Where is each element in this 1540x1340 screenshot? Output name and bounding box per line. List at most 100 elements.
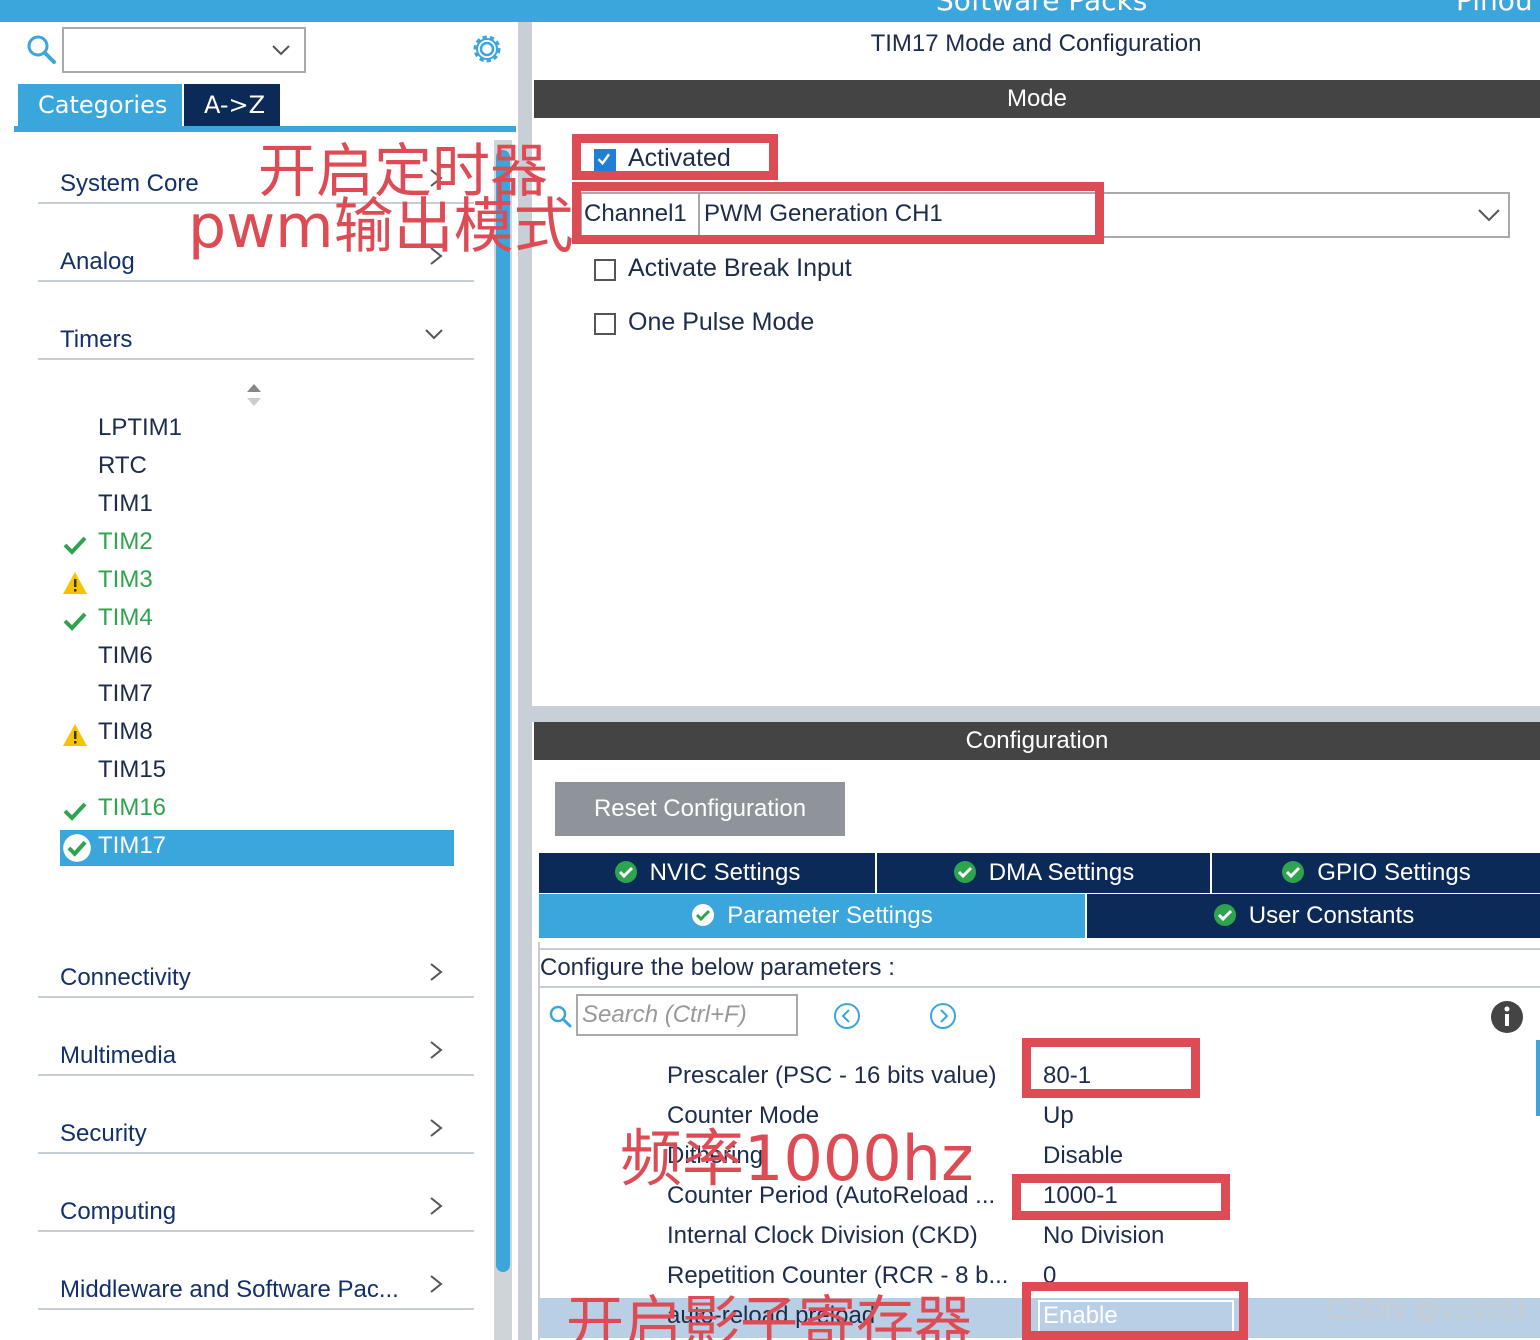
param-row[interactable]: Internal Clock Division (CKD) No Divisio… xyxy=(540,1218,1540,1258)
category-label: Middleware and Software Pac... xyxy=(60,1276,399,1303)
check-circle-icon xyxy=(614,861,637,883)
peripheral-item-selected[interactable]: TIM17 xyxy=(60,830,454,866)
annotation-box-activated xyxy=(572,134,778,180)
warning-icon xyxy=(63,572,87,594)
tab-gpio-settings[interactable]: GPIO Settings xyxy=(1212,853,1540,893)
break-input-label: Activate Break Input xyxy=(628,254,852,282)
param-value[interactable]: Up xyxy=(1043,1102,1074,1130)
chevron-right-icon xyxy=(430,1041,443,1059)
tab-dma-settings[interactable]: DMA Settings xyxy=(877,853,1210,893)
peripheral-item[interactable]: LPTIM1 xyxy=(60,412,454,448)
category-label: Timers xyxy=(60,326,133,353)
category-connectivity[interactable]: Connectivity xyxy=(38,940,474,998)
category-computing[interactable]: Computing xyxy=(38,1174,474,1232)
tab-categories[interactable]: Categories xyxy=(18,84,182,126)
pinout-tab[interactable]: Pinou xyxy=(1456,0,1533,17)
watermark: CSDN @xc1011 xyxy=(1326,1294,1530,1325)
annotation-box-preload xyxy=(1022,1282,1248,1340)
tab-label: DMA Settings xyxy=(988,859,1135,886)
tab-parameter-settings[interactable]: Parameter Settings xyxy=(539,894,1085,938)
category-label: Analog xyxy=(60,248,135,275)
panel-title: TIM17 Mode and Configuration xyxy=(870,30,1202,57)
check-circle-icon xyxy=(692,904,715,926)
check-circle-icon xyxy=(1213,904,1236,926)
chevron-down-icon[interactable] xyxy=(1476,204,1502,226)
search-icon[interactable] xyxy=(548,1004,572,1028)
category-timers[interactable]: Timers xyxy=(38,302,474,360)
search-combo-input[interactable] xyxy=(62,27,306,73)
peripheral-name: TIM7 xyxy=(98,680,153,707)
category-label: Security xyxy=(60,1120,147,1147)
info-icon[interactable] xyxy=(1490,1000,1524,1034)
sort-icon[interactable] xyxy=(244,382,264,408)
peripheral-name: TIM2 xyxy=(98,528,153,555)
peripheral-item[interactable]: TIM2 xyxy=(60,526,454,562)
tab-label: Parameter Settings xyxy=(727,902,933,929)
tab-label: NVIC Settings xyxy=(649,859,801,886)
peripheral-item[interactable]: TIM1 xyxy=(60,488,454,524)
search-icon[interactable] xyxy=(26,34,56,64)
annotation-shadow-register: 开启影子寄存器 xyxy=(566,1289,973,1340)
peripheral-name: LPTIM1 xyxy=(98,414,183,441)
break-input-checkbox[interactable] xyxy=(594,259,616,281)
chevron-right-icon xyxy=(430,1275,443,1293)
next-circle-icon[interactable] xyxy=(929,1002,957,1030)
parameter-scrollbar[interactable] xyxy=(1536,1040,1540,1116)
software-packs-tab[interactable]: Software Packs xyxy=(936,0,1147,17)
param-value[interactable]: No Division xyxy=(1043,1222,1164,1250)
peripheral-name: TIM4 xyxy=(98,604,153,631)
peripheral-item[interactable]: TIM6 xyxy=(60,640,454,676)
peripheral-item[interactable]: TIM15 xyxy=(60,754,454,790)
annotation-box-channel xyxy=(572,182,1104,244)
param-name: Prescaler (PSC - 16 bits value) xyxy=(667,1062,997,1089)
category-middleware[interactable]: Middleware and Software Pac... xyxy=(38,1252,474,1310)
peripheral-name: TIM8 xyxy=(98,718,153,745)
checkmark-icon xyxy=(63,802,87,821)
category-label: Multimedia xyxy=(60,1042,177,1069)
warning-icon xyxy=(63,724,87,746)
gear-icon[interactable] xyxy=(470,32,504,66)
peripheral-name: TIM15 xyxy=(98,756,167,783)
tab-user-constants[interactable]: User Constants xyxy=(1087,894,1540,938)
parameter-search-input[interactable]: Search (Ctrl+F) xyxy=(576,994,798,1036)
chevron-down-icon xyxy=(425,329,443,340)
annotation-box-period xyxy=(1012,1174,1230,1220)
peripheral-item[interactable]: TIM3 xyxy=(60,564,454,600)
peripheral-name: TIM17 xyxy=(98,832,167,859)
top-navigation-bar: Software Packs Pinou xyxy=(0,0,1540,22)
category-label: Connectivity xyxy=(60,964,191,991)
param-name: Internal Clock Division (CKD) xyxy=(667,1222,978,1249)
tab-label: User Constants xyxy=(1248,902,1415,929)
left-scrollbar-thumb[interactable] xyxy=(496,150,510,1272)
annotation-box-prescaler xyxy=(1022,1038,1200,1098)
category-label: System Core xyxy=(60,170,199,197)
tab-label: GPIO Settings xyxy=(1317,859,1471,886)
category-multimedia[interactable]: Multimedia xyxy=(38,1018,474,1076)
peripheral-item[interactable]: TIM8 xyxy=(60,716,454,752)
tab-a-z[interactable]: A->Z xyxy=(184,84,280,126)
tab-nvic-settings[interactable]: NVIC Settings xyxy=(539,853,875,893)
peripheral-name: TIM16 xyxy=(98,794,167,821)
peripheral-item[interactable]: TIM4 xyxy=(60,602,454,638)
configuration-header: Configuration xyxy=(534,722,1540,760)
category-label: Computing xyxy=(60,1198,177,1225)
peripheral-name: TIM3 xyxy=(98,566,153,593)
param-value[interactable]: Disable xyxy=(1043,1142,1123,1170)
check-circle-icon xyxy=(1282,861,1305,883)
peripheral-item[interactable]: TIM16 xyxy=(60,792,454,828)
category-security[interactable]: Security xyxy=(38,1096,474,1154)
peripheral-item[interactable]: TIM7 xyxy=(60,678,454,714)
chevron-down-icon[interactable] xyxy=(270,39,292,61)
checkmark-icon xyxy=(63,536,87,555)
check-circle-icon xyxy=(63,834,91,862)
chevron-right-icon xyxy=(430,963,443,981)
horizontal-splitter[interactable] xyxy=(532,706,1540,722)
chevron-right-icon xyxy=(430,1119,443,1137)
peripheral-item[interactable]: RTC xyxy=(60,450,454,486)
reset-configuration-button[interactable]: Reset Configuration xyxy=(555,782,845,836)
check-circle-icon xyxy=(953,861,976,883)
peripheral-name: TIM6 xyxy=(98,642,153,669)
mode-header: Mode xyxy=(534,80,1540,118)
previous-circle-icon[interactable] xyxy=(833,1002,861,1030)
one-pulse-checkbox[interactable] xyxy=(594,313,616,335)
